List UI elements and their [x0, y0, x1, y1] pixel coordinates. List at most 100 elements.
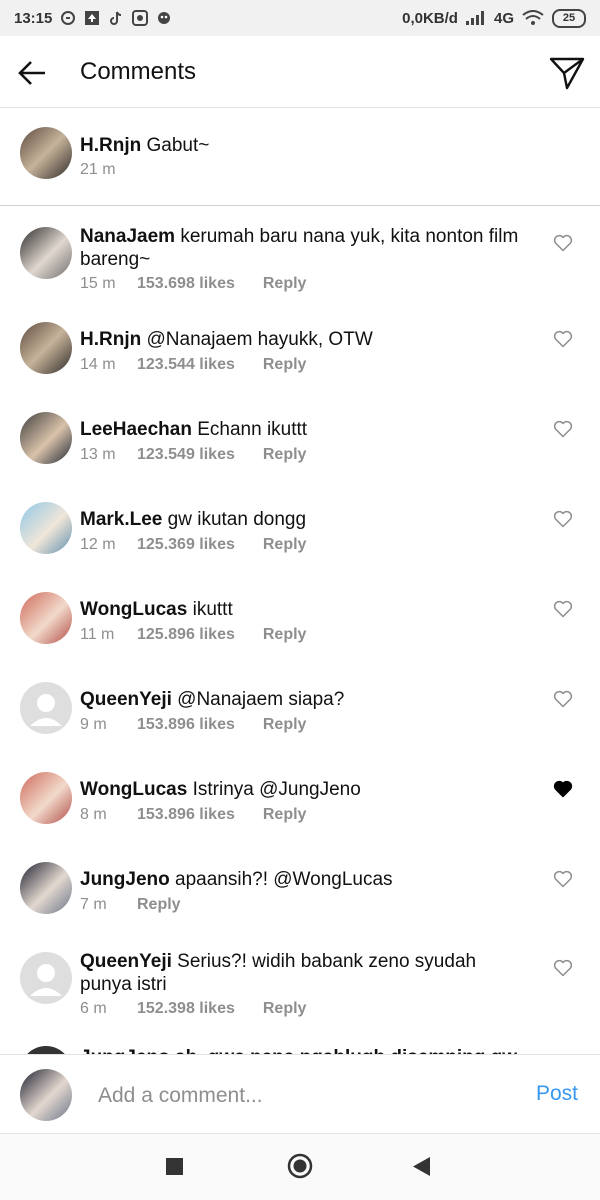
comment-body: @Nanajaem siapa? — [177, 689, 345, 710]
partial-avatar — [20, 1046, 72, 1054]
comment-text: Mark.Lee gw ikutan dongg — [80, 508, 530, 531]
caption-username[interactable]: H.Rnjn — [80, 135, 141, 156]
comment-username[interactable]: LeeHaechan — [80, 419, 192, 440]
reply-button[interactable]: Reply — [263, 275, 307, 293]
post-button[interactable]: Post — [536, 1082, 578, 1106]
like-count[interactable]: 153.698 likes — [137, 275, 235, 293]
avatar[interactable] — [20, 127, 72, 179]
status-bar-left: 13:15 — [14, 10, 172, 27]
comment-time: 8 m — [80, 806, 107, 823]
heart-icon[interactable] — [553, 600, 573, 618]
avatar[interactable] — [20, 772, 72, 824]
comment-username[interactable]: WongLucas — [80, 599, 187, 620]
comment-username[interactable]: WongLucas — [80, 779, 187, 800]
system-navigation-bar — [0, 1134, 600, 1200]
wifi-icon — [522, 10, 544, 25]
avatar[interactable] — [20, 412, 72, 464]
page-title: Comments — [80, 58, 197, 85]
comment-time: 9 m — [80, 716, 107, 733]
default-avatar-icon — [30, 694, 62, 726]
like-count[interactable]: 153.896 likes — [137, 716, 235, 734]
avatar[interactable] — [20, 682, 72, 734]
avatar[interactable] — [20, 502, 72, 554]
avatar[interactable] — [20, 227, 72, 279]
reply-button[interactable]: Reply — [263, 536, 307, 554]
current-user-avatar[interactable] — [20, 1069, 72, 1121]
comment-input[interactable] — [96, 1079, 520, 1113]
like-count[interactable]: 152.398 likes — [137, 1000, 235, 1018]
comment-time: 14 m — [80, 356, 116, 373]
tiktok-notification-icon — [110, 11, 122, 25]
clock: 13:15 — [14, 9, 53, 27]
back-arrow-icon[interactable] — [16, 58, 48, 88]
comment-meta: 14 m 123.544 likes Reply — [80, 356, 306, 374]
reply-button[interactable]: Reply — [263, 446, 307, 464]
comment-meta: 9 m 153.896 likes Reply — [80, 716, 306, 734]
avatar[interactable] — [20, 592, 72, 644]
home-icon[interactable] — [287, 1153, 313, 1179]
status-bar-right: 0,0KB/d 4G 25 — [402, 8, 586, 28]
battery-icon: 25 — [552, 8, 586, 28]
heart-icon[interactable] — [553, 510, 573, 528]
comment-body: Echann ikuttt — [197, 419, 308, 440]
reply-button[interactable]: Reply — [263, 356, 307, 374]
comment-meta: 12 m 125.369 likes Reply — [80, 536, 306, 554]
game-notification-icon — [158, 12, 171, 24]
avatar[interactable] — [20, 862, 72, 914]
like-count[interactable]: 123.544 likes — [137, 356, 235, 374]
heart-icon[interactable] — [553, 234, 573, 252]
direct-message-icon[interactable] — [548, 54, 586, 92]
avatar[interactable] — [20, 322, 72, 374]
comment-time: 12 m — [80, 536, 116, 553]
heart-icon[interactable] — [553, 870, 573, 888]
post-caption: H.Rnjn Gabut~ 21 m — [0, 110, 600, 206]
comment-time: 7 m — [80, 896, 107, 913]
comment-username[interactable]: JungJeno — [80, 869, 170, 890]
comment-time: 6 m — [80, 1000, 107, 1017]
back-nav-icon[interactable] — [413, 1157, 430, 1176]
comment-body: Istrinya @JungJeno — [192, 779, 361, 800]
heart-icon[interactable] — [553, 330, 573, 348]
avatar[interactable] — [20, 952, 72, 1004]
heart-icon[interactable] — [553, 690, 573, 708]
comment-meta: 11 m 125.896 likes Reply — [80, 626, 306, 644]
comment-text: LeeHaechan Echann ikuttt — [80, 418, 530, 441]
heart-icon[interactable] — [553, 959, 573, 977]
comment-meta: 7 m Reply — [80, 896, 181, 914]
comment-time: 15 m — [80, 275, 116, 292]
recent-apps-icon[interactable] — [166, 1158, 183, 1175]
comment-meta: 13 m 123.549 likes Reply — [80, 446, 306, 464]
caption-text: H.Rnjn Gabut~ — [80, 134, 530, 157]
header: Comments — [0, 36, 600, 108]
comment-body: @Nanajaem hayukk, OTW — [146, 329, 373, 350]
chat-notification-icon — [61, 11, 76, 25]
comment-username[interactable]: H.Rnjn — [80, 329, 141, 350]
comment-username[interactable]: NanaJaem — [80, 226, 175, 247]
data-rate: 0,0KB/d — [402, 9, 458, 27]
reply-button[interactable]: Reply — [263, 806, 307, 824]
comment-text: QueenYeji @Nanajaem siapa? — [80, 688, 530, 711]
caption-time: 21 m — [80, 161, 116, 178]
comment-meta: 15 m 153.698 likes Reply — [80, 275, 306, 293]
comment-username[interactable]: QueenYeji — [80, 951, 172, 972]
comment-username[interactable]: Mark.Lee — [80, 509, 162, 530]
heart-filled-icon[interactable] — [553, 780, 573, 798]
reply-button[interactable]: Reply — [263, 626, 307, 644]
partial-comment-text: JungJeno ah, gwe pena pgablugh disemping… — [80, 1046, 517, 1054]
status-bar: 13:15 0,0KB/d 4G 25 — [0, 0, 600, 36]
caption-body: Gabut~ — [146, 135, 210, 156]
comment-text: NanaJaem kerumah baru nana yuk, kita non… — [80, 225, 530, 271]
comment-username[interactable]: QueenYeji — [80, 689, 172, 710]
reply-button[interactable]: Reply — [263, 1000, 307, 1018]
like-count[interactable]: 125.896 likes — [137, 626, 235, 644]
comment-text: QueenYeji Serius?! widih babank zeno syu… — [80, 950, 530, 996]
comment-text: WongLucas Istrinya @JungJeno — [80, 778, 530, 801]
reply-button[interactable]: Reply — [263, 716, 307, 734]
reply-button[interactable]: Reply — [137, 896, 181, 914]
like-count[interactable]: 153.896 likes — [137, 806, 235, 824]
like-count[interactable]: 123.549 likes — [137, 446, 235, 464]
like-count[interactable]: 125.369 likes — [137, 536, 235, 554]
upload-notification-icon — [85, 11, 100, 25]
heart-icon[interactable] — [553, 420, 573, 438]
network-type: 4G — [493, 9, 514, 27]
